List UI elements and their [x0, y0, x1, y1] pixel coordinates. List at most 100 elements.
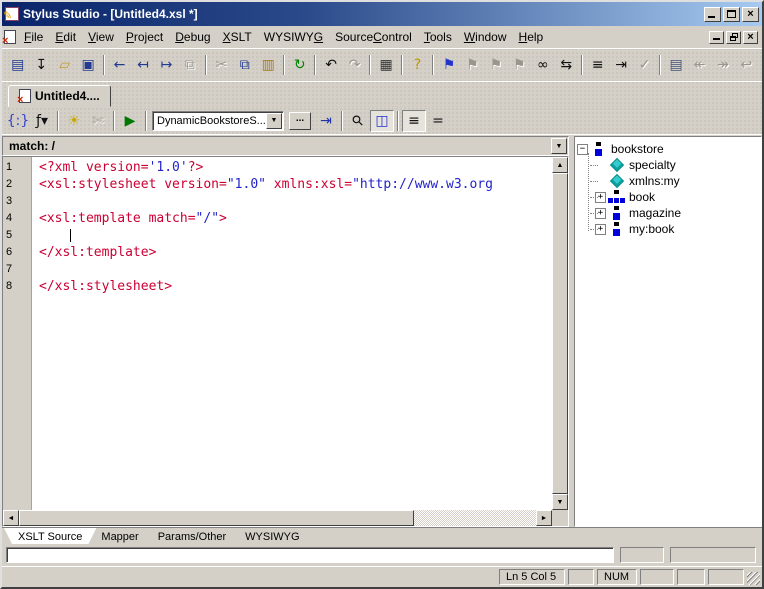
toolbar-separator	[581, 55, 583, 75]
prev-bookmark-icon: ⚑	[490, 58, 503, 72]
function-button[interactable]: ƒ▾	[30, 110, 54, 132]
menu-help[interactable]: Help	[513, 27, 550, 47]
mdi-restore-button[interactable]	[726, 31, 741, 44]
menu-view[interactable]: View	[82, 27, 120, 47]
tab-mapper[interactable]: Mapper	[87, 528, 152, 544]
strip-tags-icon: ✄	[92, 114, 104, 128]
preview-result-button[interactable]: ⚲	[346, 110, 370, 132]
download-document-button[interactable]: ↧	[29, 54, 52, 76]
tree-node-bookstore[interactable]: −bookstore	[577, 141, 759, 157]
redo-button[interactable]: ↷	[343, 54, 366, 76]
syntax-coloring-button[interactable]: ☀	[62, 110, 86, 132]
tree-node-label: xmlns:my	[629, 174, 680, 188]
xpath-query-button[interactable]: {:}	[6, 110, 30, 132]
open-button[interactable]: ▱	[53, 54, 76, 76]
indent-button[interactable]: ⇥	[609, 54, 632, 76]
copy-button[interactable]: ⧉	[233, 54, 256, 76]
find-button[interactable]: ∞	[531, 54, 554, 76]
tree-expander-plus[interactable]: +	[595, 208, 606, 219]
menu-tools[interactable]: Tools	[418, 27, 458, 47]
tree-expander-plus[interactable]: +	[595, 224, 606, 235]
menu-label-part: SLT	[231, 30, 252, 44]
text-view-button[interactable]: ≡	[402, 110, 426, 132]
line-number: 1	[6, 159, 32, 176]
editor-vertical-scrollbar[interactable]: ▲ ▼	[552, 157, 568, 510]
compare-button[interactable]: =	[426, 110, 450, 132]
tab-xslt-source[interactable]: XSLT Source	[4, 528, 96, 544]
mapper-view-button[interactable]: ◫	[370, 110, 394, 132]
mdi-close-button[interactable]: ×	[743, 31, 758, 44]
scroll-down-button[interactable]: ▼	[552, 494, 568, 510]
print-button[interactable]: ▦	[374, 54, 397, 76]
go-back-button[interactable]: ↩	[735, 54, 758, 76]
strip-tags-button[interactable]: ✄	[86, 110, 110, 132]
open-from-url-button[interactable]: ↤	[131, 54, 154, 76]
paste-button[interactable]: ▥	[257, 54, 280, 76]
format-button[interactable]: ≡	[586, 54, 609, 76]
vertical-scroll-thumb[interactable]	[552, 173, 568, 494]
next-region-button[interactable]: ↠	[711, 54, 734, 76]
scenario-browse-button[interactable]: ...	[289, 112, 311, 130]
link-document-button[interactable]: ⧉	[178, 54, 201, 76]
menu-window[interactable]: Window	[458, 27, 513, 47]
clear-bookmarks-button[interactable]: ⚑	[508, 54, 531, 76]
horizontal-scroll-thumb[interactable]	[19, 510, 414, 526]
tree-expander-minus[interactable]: −	[577, 144, 588, 155]
tab-params-other[interactable]: Params/Other	[144, 528, 240, 544]
tab-wysiwyg[interactable]: WYSIWYG	[231, 528, 313, 544]
scenario-dropdown-button[interactable]: ▼	[266, 113, 282, 129]
maximize-button[interactable]	[723, 7, 740, 22]
menu-wysiwyg[interactable]: WYSIWYG	[258, 27, 329, 47]
tree-node-magazine[interactable]: + magazine	[577, 205, 759, 221]
menu-file[interactable]: File	[18, 27, 49, 47]
refresh-button[interactable]: ↻	[288, 54, 311, 76]
mdi-minimize-button[interactable]	[709, 31, 724, 44]
editor-horizontal-scrollbar[interactable]: ◄ ►	[3, 510, 552, 526]
scroll-up-button[interactable]: ▲	[552, 157, 568, 173]
xpath-edit-field[interactable]	[6, 547, 614, 563]
clear-bookmarks-icon: ⚑	[513, 58, 526, 72]
toolbar-separator	[283, 55, 285, 75]
tree-node-label: magazine	[629, 206, 681, 220]
tree-node-xmlnsmy[interactable]: xmlns:my	[577, 173, 759, 189]
cut-button[interactable]: ✂	[210, 54, 233, 76]
scenario-combobox[interactable]: DynamicBookstoreS...▼	[152, 111, 284, 131]
new-xslt-button[interactable]: ▤	[6, 54, 29, 76]
prev-region-icon: ↞	[694, 58, 706, 72]
next-bookmark-button[interactable]: ⚑	[461, 54, 484, 76]
replace-button[interactable]: ⇆	[555, 54, 578, 76]
close-button[interactable]: ×	[742, 7, 759, 22]
tree-node-mybook[interactable]: +my:book	[577, 221, 759, 237]
scroll-right-button[interactable]: ►	[536, 510, 552, 526]
undo-button[interactable]: ↶	[319, 54, 342, 76]
menu-project[interactable]: Project	[120, 27, 169, 47]
menu-edit[interactable]: Edit	[49, 27, 82, 47]
minimize-button[interactable]	[704, 7, 721, 22]
run-button[interactable]: ▶	[118, 110, 142, 132]
document-tab-untitled4[interactable]: Untitled4....	[8, 85, 111, 107]
line-number: 3	[6, 193, 32, 210]
match-dropdown-button[interactable]: ▼	[551, 138, 567, 154]
menu-sourcecontrol[interactable]: SourceControl	[329, 27, 418, 47]
help-button[interactable]: ?	[406, 54, 429, 76]
save-to-url-button[interactable]: ↦	[155, 54, 178, 76]
save-button[interactable]: ▣	[76, 54, 99, 76]
tree-expander-plus[interactable]: +	[595, 192, 606, 203]
edit-schema-button[interactable]: ▤	[664, 54, 687, 76]
scroll-left-button[interactable]: ◄	[3, 510, 19, 526]
goto-result-button[interactable]: ⇥	[314, 110, 338, 132]
menu-xslt[interactable]: XSLT	[217, 27, 258, 47]
prev-bookmark-button[interactable]: ⚑	[484, 54, 507, 76]
prev-region-button[interactable]: ↞	[688, 54, 711, 76]
back-button[interactable]: ←	[108, 54, 131, 76]
tree-node-book[interactable]: +book	[577, 189, 759, 205]
next-bookmark-icon: ⚑	[466, 58, 479, 72]
match-combobox[interactable]: match: / ▼	[2, 136, 569, 156]
code-editor[interactable]: 1<?xml version='1.0'?>2<xsl:stylesheet v…	[3, 157, 552, 510]
resize-grip[interactable]	[747, 572, 760, 585]
validate-button[interactable]: ✓	[633, 54, 656, 76]
bookmark-button[interactable]: ⚑	[437, 54, 460, 76]
tree-node-specialty[interactable]: specialty	[577, 157, 759, 173]
menu-debug[interactable]: Debug	[169, 27, 216, 47]
arrow-left-icon: ◄	[8, 515, 15, 522]
